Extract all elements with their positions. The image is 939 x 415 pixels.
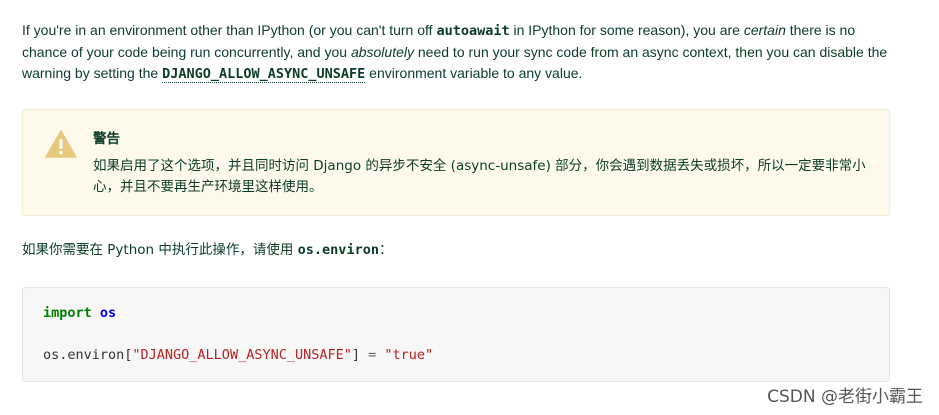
code-module-os: os (99, 305, 117, 321)
intro-text-2: in IPython for some reason), you are (509, 22, 744, 38)
warning-admonition: 警告 如果启用了这个选项，并且同时访问 Django 的异步不安全 (async… (22, 109, 890, 216)
code-assign-operator: = (360, 347, 385, 363)
emphasis-certain: certain (743, 22, 786, 38)
code-string-key: "DJANGO_ALLOW_ASYNC_UNSAFE" (132, 347, 352, 363)
emphasis-absolutely: absolutely (350, 44, 414, 60)
watermark: CSDN @老街小霸王 (767, 387, 923, 407)
python-instruction-suffix: ： (378, 242, 393, 258)
code-environ-access: os.environ[ (43, 347, 133, 363)
inline-code-autoawait: autoawait (436, 23, 510, 39)
intro-text-5: environment variable to any value. (365, 65, 583, 81)
intro-text-1: If you're in an environment other than I… (22, 22, 437, 38)
python-instruction: 如果你需要在 Python 中执行此操作，请使用 os.environ： (22, 240, 392, 261)
warning-text: 如果启用了这个选项，并且同时访问 Django 的异步不安全 (async-un… (93, 158, 866, 195)
code-line-2: os.environ["DJANGO_ALLOW_ASYNC_UNSAFE"] … (43, 347, 433, 363)
code-keyword-import: import (43, 305, 92, 321)
code-string-value: "true" (384, 347, 434, 363)
warning-title: 警告 (93, 131, 120, 147)
inline-code-env-var[interactable]: DJANGO_ALLOW_ASYNC_UNSAFE (162, 66, 366, 83)
code-block: import os os.environ["DJANGO_ALLOW_ASYNC… (22, 287, 890, 382)
python-instruction-text: 如果你需要在 Python 中执行此操作，请使用 (22, 242, 298, 258)
code-close-bracket: ] (351, 347, 360, 363)
intro-paragraph: If you're in an environment other than I… (22, 20, 890, 85)
warning-triangle-icon (45, 130, 77, 158)
inline-code-os-environ: os.environ (297, 242, 379, 258)
code-line-1: import os (43, 305, 116, 321)
